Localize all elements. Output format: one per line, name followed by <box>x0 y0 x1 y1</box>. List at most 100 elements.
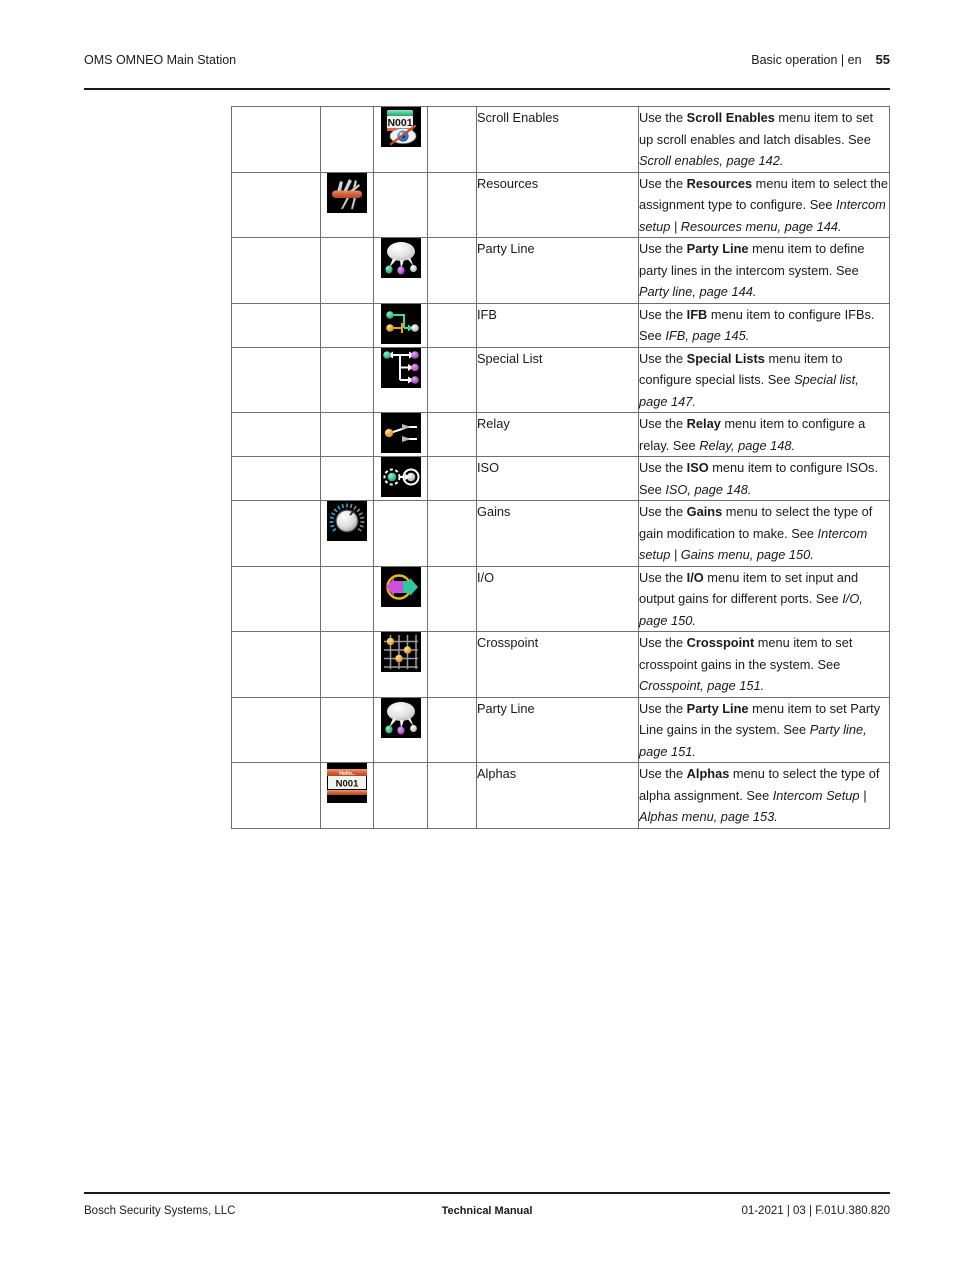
menu-item-name: Scroll Enables <box>476 106 639 173</box>
footer-document-type: Technical Manual <box>441 1205 533 1217</box>
menu-item-name: I/O <box>476 565 639 632</box>
empty-cell <box>373 500 428 567</box>
header-right-group: Basic operation | en 55 <box>751 52 890 67</box>
table-row: ISO Use the ISO menu item to configure IS… <box>231 456 890 501</box>
icon-cell-relay-icon <box>373 412 428 457</box>
empty-cell <box>231 237 321 304</box>
empty-cell <box>427 762 477 829</box>
empty-cell <box>231 456 321 501</box>
menu-item-description: Use the Special Lists menu item to confi… <box>638 346 890 413</box>
menu-item-name: Alphas <box>476 762 639 829</box>
table-row: IFB Use the IFB menu item to configure IF… <box>231 302 890 348</box>
alphas-icon: Hello.. N001 <box>327 763 367 803</box>
menu-items-table: N001 Scroll Enables Use the Scroll Enable… <box>231 106 890 829</box>
menu-item-description: Use the I/O menu item to set input and o… <box>638 565 890 632</box>
icon-cell-iso-icon <box>373 456 428 501</box>
icon-cell-party-line-icon <box>373 696 428 763</box>
empty-cell <box>427 631 477 698</box>
empty-cell <box>427 346 477 413</box>
iso-icon <box>380 457 421 497</box>
table-row: I/O Use the I/O menu item to set input an… <box>231 565 890 632</box>
icon-cell-party-line-icon <box>373 237 428 304</box>
empty-cell <box>320 106 374 173</box>
menu-item-description: Use the Crosspoint menu item to set cros… <box>638 631 890 698</box>
header-divider-rule <box>84 88 890 90</box>
icon-cell-scroll-enables-icon: N001 <box>373 106 428 173</box>
empty-cell <box>373 171 428 238</box>
menu-item-description: Use the Gains menu to select the type of… <box>638 500 890 567</box>
svg-text:N001: N001 <box>387 117 412 129</box>
menu-item-description: Use the Resources menu item to select th… <box>638 171 890 238</box>
page-footer: Bosch Security Systems, LLC Technical Ma… <box>84 1205 890 1217</box>
party-line-icon <box>380 697 421 738</box>
menu-item-name: Party Line <box>476 696 639 763</box>
empty-cell <box>320 631 374 698</box>
empty-cell <box>231 106 321 173</box>
table-row: Hello.. N001 Alphas Use the Alphas menu to… <box>231 762 890 829</box>
menu-item-name: ISO <box>476 456 639 501</box>
empty-cell <box>231 565 321 632</box>
ifb-icon <box>380 303 421 344</box>
menu-item-description: Use the Alphas menu to select the type o… <box>638 762 890 829</box>
special-list-icon <box>380 347 421 388</box>
crosspoint-icon <box>380 632 421 672</box>
empty-cell <box>231 171 321 238</box>
empty-cell <box>231 346 321 413</box>
svg-text:N001: N001 <box>336 778 359 789</box>
table-row: N001 Scroll Enables Use the Scroll Enable… <box>231 106 890 173</box>
io-icon <box>380 566 421 607</box>
icon-cell-resources-icon <box>320 171 374 238</box>
header-section-label: Basic operation | en <box>751 53 862 67</box>
empty-cell <box>373 762 428 829</box>
table-row: Resources Use the Resources menu item to … <box>231 171 890 238</box>
menu-item-name: Special List <box>476 346 639 413</box>
empty-cell <box>427 696 477 763</box>
empty-cell <box>427 106 477 173</box>
scroll-enables-icon: N001 <box>380 107 421 147</box>
svg-text:Hello..: Hello.. <box>339 771 355 777</box>
gains-knob-icon <box>327 501 367 541</box>
empty-cell <box>320 346 374 413</box>
menu-item-name: Resources <box>476 171 639 238</box>
menu-item-description: Use the ISO menu item to configure ISOs.… <box>638 456 890 501</box>
footer-divider-rule <box>84 1192 890 1194</box>
empty-cell <box>231 762 321 829</box>
table-row: Party Line Use the Party Line menu item t… <box>231 696 890 763</box>
icon-cell-special-list-icon <box>373 346 428 413</box>
empty-cell <box>231 412 321 457</box>
empty-cell <box>320 565 374 632</box>
icon-cell-ifb-icon <box>373 302 428 348</box>
empty-cell <box>320 237 374 304</box>
empty-cell <box>427 302 477 348</box>
menu-item-description: Use the IFB menu item to configure IFBs.… <box>638 302 890 348</box>
empty-cell <box>427 171 477 238</box>
icon-cell-gains-knob-icon <box>320 500 374 567</box>
footer-company: Bosch Security Systems, LLC <box>84 1205 236 1217</box>
page-number: 55 <box>875 52 890 67</box>
relay-icon <box>380 413 421 453</box>
menu-item-description: Use the Scroll Enables menu item to set … <box>638 106 890 173</box>
table-row: Special List Use the Special Lists menu i… <box>231 346 890 413</box>
menu-item-name: Relay <box>476 412 639 457</box>
empty-cell <box>427 412 477 457</box>
empty-cell <box>320 696 374 763</box>
icon-cell-crosspoint-icon <box>373 631 428 698</box>
resources-icon <box>327 172 367 213</box>
table-row: Relay Use the Relay menu item to configur… <box>231 412 890 457</box>
menu-items-table-body: N001 Scroll Enables Use the Scroll Enable… <box>231 106 890 829</box>
empty-cell <box>320 302 374 348</box>
menu-item-name: Crosspoint <box>476 631 639 698</box>
menu-item-description: Use the Party Line menu item to define p… <box>638 237 890 304</box>
empty-cell <box>231 302 321 348</box>
empty-cell <box>427 456 477 501</box>
menu-item-name: Gains <box>476 500 639 567</box>
icon-cell-alphas-icon: Hello.. N001 <box>320 762 374 829</box>
header-left-title: OMS OMNEO Main Station <box>84 53 237 67</box>
empty-cell <box>427 500 477 567</box>
empty-cell <box>427 237 477 304</box>
icon-cell-io-icon <box>373 565 428 632</box>
empty-cell <box>231 500 321 567</box>
empty-cell <box>427 565 477 632</box>
menu-item-description: Use the Relay menu item to configure a r… <box>638 412 890 457</box>
empty-cell <box>231 696 321 763</box>
